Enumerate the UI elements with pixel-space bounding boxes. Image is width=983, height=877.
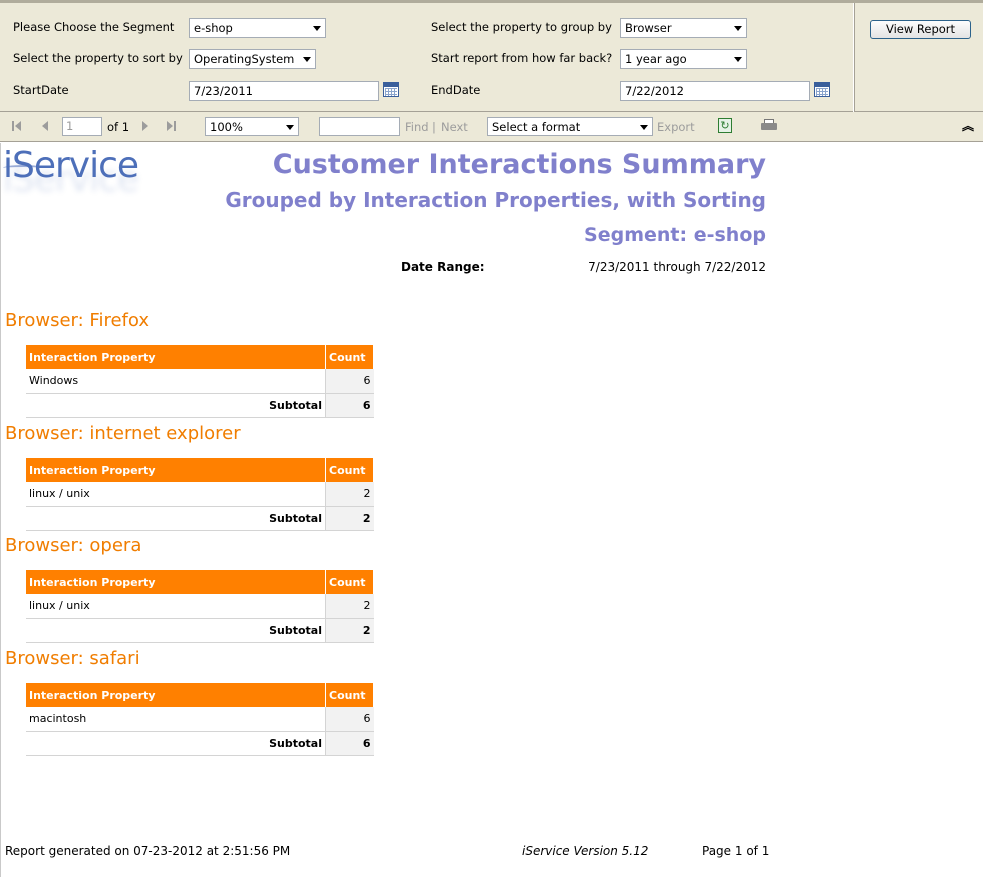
time-back-select[interactable]: 1 year ago [620,49,747,69]
end-date-label: EndDate [431,83,481,97]
chevron-down-icon [303,57,311,62]
group-heading: Browser: internet explorer [5,423,241,444]
subtotal-value: 6 [325,731,374,756]
report-toolbar: 1 of 1 100% Find | Next Select a format … [0,112,983,142]
column-header-count: Count [325,570,374,594]
find-link[interactable]: Find [405,120,429,134]
start-date-input[interactable]: 7/23/2011 [189,81,379,101]
find-separator: | [432,120,436,134]
sort-select[interactable]: OperatingSystem [189,49,316,69]
page-indicator: Page 1 of 1 [702,844,770,858]
column-header-property: Interaction Property [26,683,326,707]
time-back-label: Start report from how far back? [431,51,613,65]
next-page-icon[interactable] [142,121,152,131]
iservice-logo: iService [3,145,139,186]
parameter-panel: Please Choose the Segment e-shop Select … [0,0,983,112]
chevron-down-icon [640,125,648,130]
group-table: Interaction Property Count Windows 6 Sub… [26,345,374,418]
group-select[interactable]: Browser [620,18,747,38]
group-table: Interaction Property Count macintosh 6 S… [26,683,374,756]
segment-label: Please Choose the Segment [13,20,175,34]
subtotal-label: Subtotal [26,506,326,531]
segment-select-value: e-shop [194,21,233,35]
report-area: iService Customer Interactions Summary G… [0,143,983,877]
subtotal-row: Subtotal 2 [26,618,374,643]
sort-select-value: OperatingSystem [194,52,295,66]
subtotal-row: Subtotal 6 [26,393,374,418]
group-heading: Browser: opera [5,535,142,556]
subtotal-row: Subtotal 6 [26,731,374,756]
table-row: macintosh 6 [26,707,374,732]
property-cell: linux / unix [26,594,326,619]
table-row: linux / unix 2 [26,482,374,507]
start-date-value: 7/23/2011 [194,84,253,98]
table-row: linux / unix 2 [26,594,374,619]
last-page-icon[interactable] [167,121,177,131]
export-format-select[interactable]: Select a format [487,117,653,136]
property-cell: Windows [26,369,326,394]
zoom-select[interactable]: 100% [205,117,299,136]
segment-select[interactable]: e-shop [189,18,326,38]
page-count-label: of 1 [107,120,130,134]
page-number-input[interactable]: 1 [62,117,102,136]
panel-divider [853,3,855,112]
subtotal-row: Subtotal 2 [26,506,374,531]
count-cell: 2 [325,482,374,507]
calendar-icon[interactable] [383,82,399,97]
property-cell: macintosh [26,707,326,732]
generated-timestamp: Report generated on 07-23-2012 at 2:51:5… [5,844,291,858]
time-back-select-value: 1 year ago [625,52,687,66]
column-header-property: Interaction Property [26,570,326,594]
calendar-icon[interactable] [814,82,830,97]
end-date-input[interactable]: 7/22/2012 [620,81,810,101]
previous-page-icon[interactable] [42,121,52,131]
group-table: Interaction Property Count linux / unix … [26,458,374,531]
subtotal-value: 2 [325,618,374,643]
count-cell: 6 [325,707,374,732]
report-subtitle: Grouped by Interaction Properties, with … [225,188,766,212]
export-link[interactable]: Export [657,120,695,134]
zoom-select-value: 100% [210,120,243,134]
start-date-label: StartDate [13,83,69,97]
find-input[interactable] [319,117,400,136]
subtotal-label: Subtotal [26,731,326,756]
column-header-property: Interaction Property [26,345,326,369]
export-format-value: Select a format [492,120,581,134]
column-header-count: Count [325,683,374,707]
report-segment: Segment: e-shop [584,224,766,246]
print-icon[interactable] [761,119,777,132]
property-cell: linux / unix [26,482,326,507]
report-title: Customer Interactions Summary [272,149,766,180]
column-header-count: Count [325,458,374,482]
group-heading: Browser: Firefox [5,310,149,331]
subtotal-label: Subtotal [26,393,326,418]
column-header-count: Count [325,345,374,369]
chevron-down-icon [734,57,742,62]
group-label: Select the property to group by [431,20,612,34]
date-range-label: Date Range: [401,260,485,274]
subtotal-label: Subtotal [26,618,326,643]
count-cell: 6 [325,369,374,394]
date-range-value: 7/23/2011 through 7/22/2012 [588,260,766,274]
table-row: Windows 6 [26,369,374,394]
chevron-down-icon [313,26,321,31]
end-date-value: 7/22/2012 [625,84,684,98]
subtotal-value: 6 [325,393,374,418]
group-heading: Browser: safari [5,648,140,669]
version-label: iService Version 5.12 [522,844,649,858]
column-header-property: Interaction Property [26,458,326,482]
subtotal-value: 2 [325,506,374,531]
view-report-button[interactable]: View Report [870,20,971,39]
first-page-icon[interactable] [12,121,22,131]
chevron-down-icon [286,125,294,130]
sort-label: Select the property to sort by [13,51,183,65]
count-cell: 2 [325,594,374,619]
collapse-up-icon[interactable]: ︽ [962,120,974,132]
next-link[interactable]: Next [441,120,468,134]
group-table: Interaction Property Count linux / unix … [26,570,374,643]
group-select-value: Browser [625,21,672,35]
chevron-down-icon [734,26,742,31]
refresh-icon[interactable]: ↻ [718,118,732,133]
